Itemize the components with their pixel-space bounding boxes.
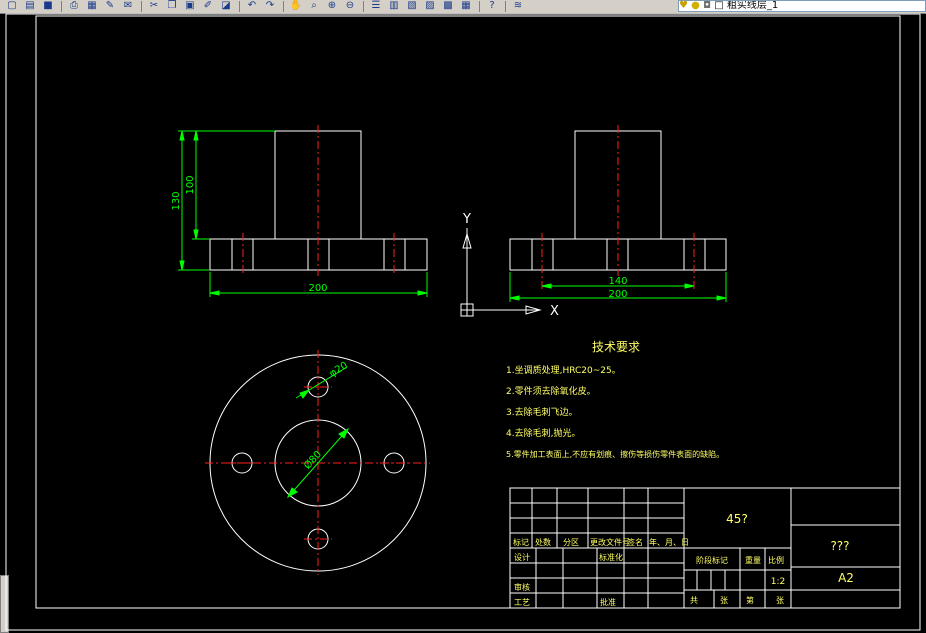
dim-center-dia: Ø80 [301, 448, 324, 471]
tb-scale-value: 1:2 [771, 577, 785, 587]
dim-100: 100 [185, 175, 196, 194]
ucs-x-label: X [550, 304, 559, 319]
tb-part-name: ??? [830, 539, 849, 553]
tb-process: 工艺 [514, 598, 530, 607]
dim-140: 140 [608, 276, 627, 287]
tb-standardize: 标准化 [599, 552, 623, 562]
tb-count: 处数 [535, 537, 551, 547]
tb-date: 年、月、日 [649, 537, 689, 547]
dim-200-front: 200 [308, 283, 327, 294]
tb-no: 第 [746, 595, 754, 605]
dim-200-side: 200 [608, 289, 627, 300]
tb-stage-mark: 阶段标记 [696, 555, 728, 565]
tb-total: 共 [690, 596, 698, 605]
front-center-lines [242, 125, 395, 276]
tb-design: 设计 [514, 552, 530, 562]
tb-drawing-no: A2 [838, 571, 854, 585]
tb-sheet: 张 [776, 596, 784, 605]
tb-review: 审核 [514, 582, 530, 592]
tech-req-item-3: 3.去除毛刺飞边。 [506, 406, 578, 418]
tb-mark: 标记 [513, 537, 529, 547]
tech-req-title: 技术要求 [592, 340, 640, 354]
ucs-y-label: Y [462, 212, 471, 227]
tech-req-item-1: 1.坐调质处理,HRC20~25。 [506, 364, 621, 376]
outer-border [5, 13, 921, 631]
side-center-lines [541, 125, 695, 290]
tech-req-item-5: 5.零件加工表面上,不应有划痕、擦伤等损伤零件表面的缺陷。 [506, 449, 724, 459]
ucs-icon [460, 228, 542, 317]
dim-hole-dia: φ20 [328, 360, 350, 379]
tech-req-item-4: 4.去除毛刺,抛光。 [506, 427, 580, 439]
tb-sign: 签名 [627, 537, 643, 547]
tb-approve: 批准 [600, 597, 616, 607]
dim-130: 130 [171, 191, 182, 210]
drawing-canvas[interactable]: 130 100 200 140 200 Y X φ20 Ø80 技术要求 1.坐… [0, 0, 926, 633]
inner-border [35, 15, 901, 609]
tb-change-doc: 更改文件号 [590, 537, 630, 547]
tb-material: 45? [726, 512, 748, 526]
tb-sheets: 张 [720, 596, 728, 605]
tb-weight: 重量 [745, 555, 761, 565]
tech-req-item-2: 2.零件须去除氧化皮。 [506, 385, 596, 397]
front-dimensions [178, 130, 428, 297]
tb-scale: 比例 [768, 555, 784, 565]
tb-zone: 分区 [563, 538, 579, 547]
